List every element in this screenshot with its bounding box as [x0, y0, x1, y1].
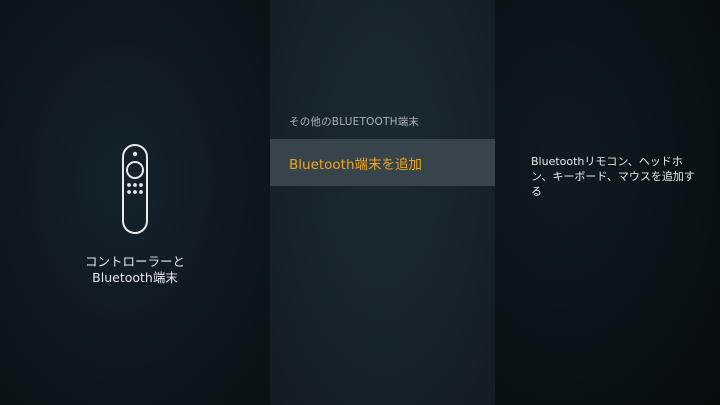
category-label-line2: Bluetooth端末	[92, 270, 178, 285]
category-label-line1: コントローラーと	[84, 254, 185, 269]
item-description: Bluetoothリモコン、ヘッドホン、キーボード、マウスを追加する	[531, 155, 695, 198]
add-bluetooth-device-item[interactable]: Bluetooth端末を追加	[270, 139, 495, 186]
category-label: コントローラーと Bluetooth端末	[60, 254, 210, 286]
add-bluetooth-device-label: Bluetooth端末を追加	[289, 156, 423, 173]
description-pane	[495, 0, 720, 405]
category-pane: コントローラーと Bluetooth端末	[0, 0, 270, 405]
fire-tv-remote-icon	[122, 144, 148, 234]
section-header: その他のBLUETOOTH端末	[289, 116, 420, 128]
menu-pane	[270, 0, 495, 405]
settings-screen: コントローラーと Bluetooth端末 その他のBLUETOOTH端末 Blu…	[0, 0, 720, 405]
